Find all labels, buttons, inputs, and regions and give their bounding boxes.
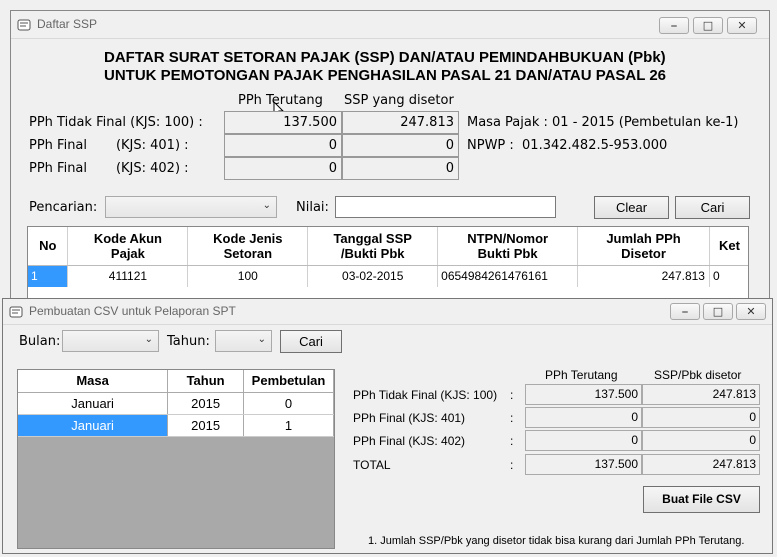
pph-terutang-402: 0 bbox=[525, 430, 642, 451]
bulan-select[interactable]: ⌄ bbox=[62, 330, 159, 352]
ssp-disetor-402: 0 bbox=[342, 157, 459, 180]
ssp-disetor-401: 0 bbox=[342, 134, 459, 157]
close-button[interactable]: ✕ bbox=[736, 303, 766, 320]
ssp-table: No Kode Akun Pajak Kode Jenis Setoran Ta… bbox=[27, 226, 749, 306]
table-row[interactable]: 1 411121 100 03-02-2015 0654984261476161… bbox=[28, 265, 748, 287]
cell-kode-jenis[interactable]: 100 bbox=[187, 265, 309, 287]
cell-pembetulan[interactable]: 0 bbox=[243, 392, 334, 415]
maximize-button[interactable]: □ bbox=[703, 303, 733, 320]
chevron-down-icon: ⌄ bbox=[262, 200, 271, 211]
clear-button[interactable]: Clear bbox=[594, 196, 669, 219]
row-label-kjs-402: PPh Final (KJS: 402) bbox=[353, 434, 466, 448]
pph-terutang-total: 137.500 bbox=[525, 454, 642, 475]
chevron-down-icon: ⌄ bbox=[144, 334, 153, 345]
cell-ntpn[interactable]: 0654984261476161 bbox=[437, 265, 579, 287]
cell-tahun[interactable]: 2015 bbox=[167, 392, 245, 415]
minimize-button[interactable]: ⎯ bbox=[659, 17, 689, 34]
cell-masa[interactable]: Januari bbox=[18, 414, 169, 437]
pph-terutang-401: 0 bbox=[525, 407, 642, 428]
ssp-disetor-402: 0 bbox=[642, 430, 760, 451]
cell-masa[interactable]: Januari bbox=[18, 392, 169, 415]
colon: : bbox=[510, 458, 514, 472]
row-label-kjs-401: PPh Final (KJS: 401) bbox=[353, 411, 466, 425]
pph-terutang-401: 0 bbox=[224, 134, 342, 157]
tahun-label: Tahun: bbox=[167, 334, 210, 349]
cell-pembetulan[interactable]: 1 bbox=[243, 414, 334, 437]
cell-no[interactable]: 1 bbox=[28, 265, 69, 287]
col-pph-terutang: PPh Terutang bbox=[545, 368, 618, 382]
th-ket[interactable]: Ket bbox=[709, 227, 748, 266]
window-title: Pembuatan CSV untuk Pelaporan SPT bbox=[29, 304, 236, 318]
app-icon bbox=[9, 306, 23, 318]
daftar-ssp-window: Daftar SSP ⎯ □ ✕ DAFTAR SURAT SETORAN PA… bbox=[10, 10, 770, 310]
th-kode-jenis[interactable]: Kode Jenis Setoran bbox=[187, 227, 309, 266]
cell-jumlah[interactable]: 247.813 bbox=[577, 265, 710, 287]
titlebar[interactable]: Daftar SSP ⎯ □ ✕ bbox=[11, 11, 769, 39]
cari-button[interactable]: Cari bbox=[675, 196, 750, 219]
colon: : bbox=[510, 434, 514, 448]
titlebar[interactable]: Pembuatan CSV untuk Pelaporan SPT ⎯ □ ✕ bbox=[3, 299, 772, 325]
pph-terutang-402: 0 bbox=[224, 157, 342, 180]
maximize-button[interactable]: □ bbox=[693, 17, 723, 34]
note: 1. Jumlah SSP/Pbk yang disetor tidak bis… bbox=[368, 535, 745, 547]
pph-terutang-100: 137.500 bbox=[224, 111, 342, 134]
app-icon bbox=[17, 19, 31, 31]
th-kode-akun[interactable]: Kode Akun Pajak bbox=[67, 227, 189, 266]
masa-pajak: Masa Pajak : 01 - 2015 (Pembetulan ke-1) bbox=[467, 115, 739, 130]
table-row[interactable]: Januari 2015 1 bbox=[18, 414, 334, 437]
heading-line-1: DAFTAR SURAT SETORAN PAJAK (SSP) DAN/ATA… bbox=[104, 49, 666, 66]
npwp: NPWP : 01.342.482.5-953.000 bbox=[467, 138, 668, 153]
row-label-kjs-401: PPh Final (KJS: 401) : bbox=[29, 138, 189, 153]
bulan-label: Bulan: bbox=[19, 334, 61, 349]
colon: : bbox=[510, 411, 514, 425]
ssp-disetor-total: 247.813 bbox=[642, 454, 760, 475]
cell-tanggal[interactable]: 03-02-2015 bbox=[307, 265, 439, 287]
minimize-button[interactable]: ⎯ bbox=[670, 303, 700, 320]
th-tahun[interactable]: Tahun bbox=[167, 370, 245, 393]
cell-tahun[interactable]: 2015 bbox=[167, 414, 245, 437]
window-title: Daftar SSP bbox=[37, 17, 98, 31]
row-label-kjs-100: PPh Tidak Final (KJS: 100) bbox=[353, 388, 498, 402]
tahun-select[interactable]: ⌄ bbox=[215, 330, 272, 352]
chevron-down-icon: ⌄ bbox=[257, 334, 266, 345]
pph-terutang-100: 137.500 bbox=[525, 384, 642, 405]
th-masa[interactable]: Masa bbox=[18, 370, 169, 393]
masa-list: Masa Tahun Pembetulan Januari 2015 0 Jan… bbox=[17, 369, 335, 549]
cari-button[interactable]: Cari bbox=[280, 330, 342, 353]
nilai-input[interactable] bbox=[335, 196, 556, 218]
heading-line-2: UNTUK PEMOTONGAN PAJAK PENGHASILAN PASAL… bbox=[104, 67, 667, 84]
ssp-disetor-401: 0 bbox=[642, 407, 760, 428]
th-no[interactable]: No bbox=[28, 227, 69, 266]
colon: : bbox=[510, 388, 514, 402]
buat-file-csv-button[interactable]: Buat File CSV bbox=[643, 486, 760, 513]
th-tanggal[interactable]: Tanggal SSP /Bukti Pbk bbox=[307, 227, 439, 266]
col-ssp-disetor: SSP yang disetor bbox=[344, 93, 454, 108]
th-jumlah[interactable]: Jumlah PPh Disetor bbox=[577, 227, 710, 266]
row-label-kjs-100: PPh Tidak Final (KJS: 100) : bbox=[29, 115, 203, 130]
table-row[interactable]: Januari 2015 0 bbox=[18, 392, 334, 415]
th-pembetulan[interactable]: Pembetulan bbox=[243, 370, 334, 393]
close-button[interactable]: ✕ bbox=[727, 17, 757, 34]
col-ssp-pbk-disetor: SSP/Pbk disetor bbox=[654, 368, 742, 382]
csv-window: Pembuatan CSV untuk Pelaporan SPT ⎯ □ ✕ … bbox=[2, 298, 773, 554]
row-label-total: TOTAL bbox=[353, 458, 391, 472]
ssp-disetor-100: 247.813 bbox=[342, 111, 459, 134]
row-label-kjs-402: PPh Final (KJS: 402) : bbox=[29, 161, 189, 176]
ssp-disetor-100: 247.813 bbox=[642, 384, 760, 405]
cell-kode-akun[interactable]: 411121 bbox=[67, 265, 189, 287]
nilai-label: Nilai: bbox=[296, 200, 329, 215]
cell-ket[interactable]: 0 bbox=[709, 265, 748, 287]
th-ntpn[interactable]: NTPN/Nomor Bukti Pbk bbox=[437, 227, 579, 266]
pencarian-select[interactable]: ⌄ bbox=[105, 196, 277, 218]
pencarian-label: Pencarian: bbox=[29, 200, 98, 215]
